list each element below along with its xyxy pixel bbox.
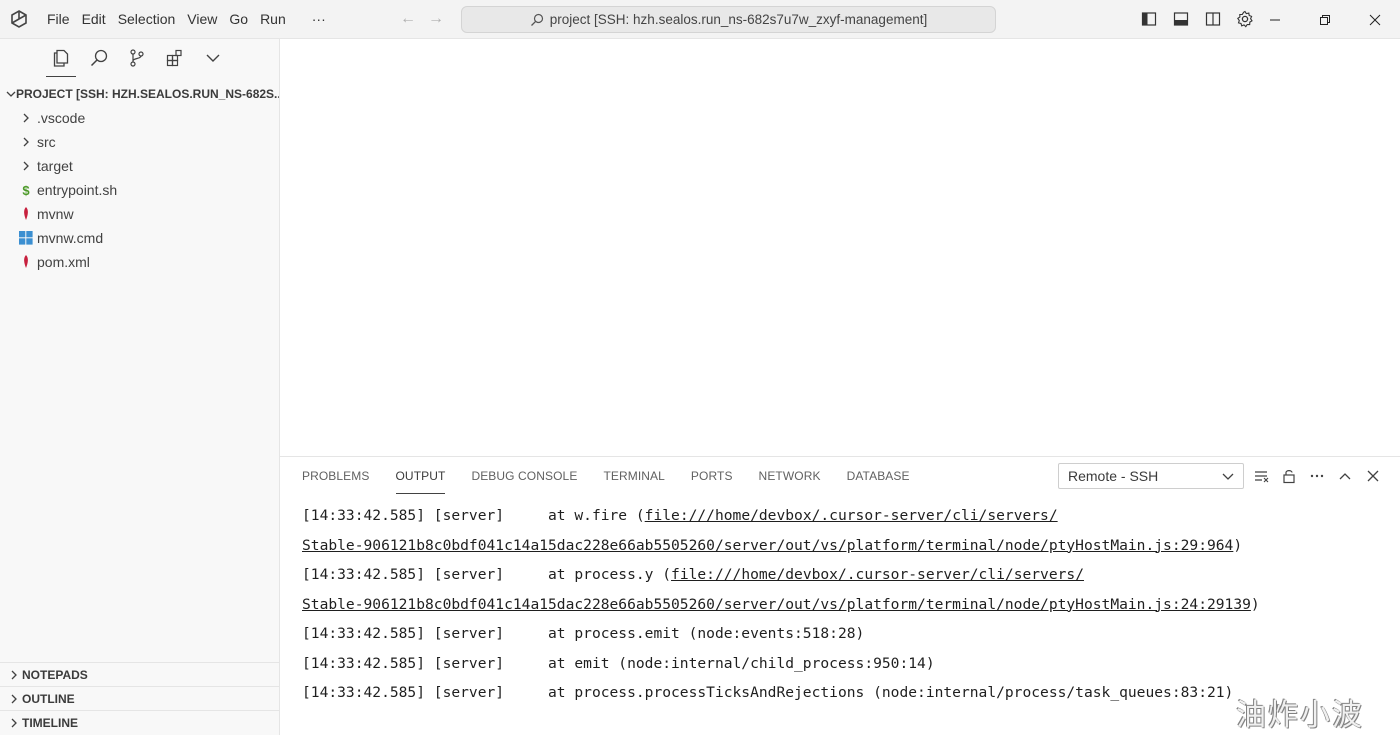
notepads-section-header[interactable]: NOTEPADS [0,662,280,686]
sidebar: PROJECT [SSH: HZH.SEALOS.RUN_NS-682S... … [0,39,280,735]
file-link[interactable]: file:///home/devbox/.cursor-server/cli/s… [645,507,1058,524]
chevron-right-icon [18,110,34,126]
command-center-label: project [SSH: hzh.sealos.run_ns-682s7u7w… [549,12,928,27]
watermark-text: 油炸小波 [1236,698,1364,733]
forward-arrow-icon[interactable]: → [428,10,444,28]
tree-item-pom[interactable]: pom.xml [0,250,279,274]
tree-item-target[interactable]: target [0,154,279,178]
close-panel-icon[interactable] [1362,465,1384,487]
toggle-panel-icon[interactable] [1170,8,1192,30]
lock-scroll-icon[interactable] [1278,465,1300,487]
chevron-right-icon [6,694,22,704]
tab-network[interactable]: NETWORK [759,457,821,495]
file-link[interactable]: Stable-906121b8c0bdf041c14a15dac228e66ab… [302,596,1251,613]
menu-edit[interactable]: Edit [76,5,112,33]
menu-file[interactable]: File [38,5,76,33]
outline-section-header[interactable]: OUTLINE [0,686,280,710]
output-log[interactable]: [14:33:42.585] [server] at w.fire (file:… [302,501,1392,708]
menu-run[interactable]: Run [254,5,292,33]
extensions-icon[interactable] [156,39,194,77]
editor-area[interactable] [280,39,1400,456]
tree-item-src[interactable]: src [0,130,279,154]
bottom-panel: PROBLEMS OUTPUT DEBUG CONSOLE TERMINAL P… [280,456,1400,735]
windows-icon [18,230,34,246]
nav-arrows: ← → [400,10,444,28]
tree-item-mvnw-cmd[interactable]: mvnw.cmd [0,226,279,250]
maven-icon [18,254,34,270]
minimize-icon[interactable] [1250,0,1300,39]
dollar-icon: $ [22,182,30,198]
chevron-down-icon [1221,469,1235,486]
maven-icon [18,206,34,222]
window-controls [1250,0,1400,39]
tree-item-label: pom.xml [37,254,90,270]
layout-controls [1138,8,1256,30]
tree-item-vscode[interactable]: .vscode [0,106,279,130]
project-section-header[interactable]: PROJECT [SSH: HZH.SEALOS.RUN_NS-682S... [0,83,279,105]
more-views-chevron-icon[interactable] [194,39,232,77]
tree-item-label: .vscode [37,110,86,126]
restore-icon[interactable] [1300,0,1350,39]
toggle-secondary-sidebar-icon[interactable] [1202,8,1224,30]
activity-bar [0,39,279,77]
command-center[interactable]: project [SSH: hzh.sealos.run_ns-682s7u7w… [461,6,996,33]
section-label: NOTEPADS [22,667,88,682]
output-channel-value: Remote - SSH [1068,468,1159,484]
chevron-right-icon [6,718,22,728]
tree-item-entrypoint[interactable]: $ entrypoint.sh [0,178,279,202]
menu-selection[interactable]: Selection [112,5,182,33]
source-control-icon[interactable] [118,39,156,77]
title-bar: File Edit Selection View Go Run ··· ← → … [0,0,1400,39]
output-line: Stable-906121b8c0bdf041c14a15dac228e66ab… [302,595,1260,613]
tab-ports[interactable]: PORTS [691,457,733,495]
menu-go[interactable]: Go [223,5,254,33]
tab-database[interactable]: DATABASE [847,457,910,495]
tree-item-mvnw[interactable]: mvnw [0,202,279,226]
search-sidebar-icon[interactable] [80,39,118,77]
back-arrow-icon[interactable]: ← [400,10,416,28]
output-line: [14:33:42.585] [server] at emit (node:in… [302,654,935,672]
explorer-icon[interactable] [42,39,80,77]
section-label: TIMELINE [22,715,78,730]
search-icon [530,13,543,26]
tab-terminal[interactable]: TERMINAL [603,457,664,495]
menu-bar: File Edit Selection View Go Run ··· [38,0,332,38]
chevron-down-icon [6,89,16,99]
more-actions-icon[interactable] [1306,465,1328,487]
tab-debug-console[interactable]: DEBUG CONSOLE [471,457,577,495]
chevron-right-icon [18,158,34,174]
maximize-panel-icon[interactable] [1334,465,1356,487]
output-line: Stable-906121b8c0bdf041c14a15dac228e66ab… [302,536,1243,554]
section-label: OUTLINE [22,691,75,706]
tree-item-label: src [37,134,56,150]
menu-more[interactable]: ··· [306,5,332,33]
tab-problems[interactable]: PROBLEMS [302,457,370,495]
panel-tabs: PROBLEMS OUTPUT DEBUG CONSOLE TERMINAL P… [302,457,936,495]
close-window-icon[interactable] [1350,0,1400,39]
output-line: [14:33:42.585] [server] at process.y (fi… [302,566,1084,583]
app-logo-icon[interactable] [0,0,38,39]
timeline-section-header[interactable]: TIMELINE [0,710,280,734]
output-line: [14:33:42.585] [server] at process.emit … [302,625,865,642]
bottom-sections: NOTEPADS OUTLINE TIMELINE [0,662,280,734]
tree-item-label: mvnw [37,206,74,222]
project-title: PROJECT [SSH: HZH.SEALOS.RUN_NS-682S... [16,87,279,101]
file-tree: .vscode src target $ entrypoint.sh mvnw … [0,106,279,274]
tree-item-label: mvnw.cmd [37,230,104,246]
chevron-right-icon [6,670,22,680]
panel-actions [1250,465,1384,487]
tree-item-label: entrypoint.sh [37,182,118,198]
file-link[interactable]: file:///home/devbox/.cursor-server/cli/s… [671,566,1084,583]
output-channel-select[interactable]: Remote - SSH [1058,463,1244,489]
toggle-primary-sidebar-icon[interactable] [1138,8,1160,30]
chevron-right-icon [18,134,34,150]
tab-output[interactable]: OUTPUT [395,457,446,495]
clear-output-icon[interactable] [1250,465,1272,487]
menu-view[interactable]: View [181,5,223,33]
output-line: [14:33:42.585] [server] at w.fire (file:… [302,507,1058,524]
output-line: [14:33:42.585] [server] at process.proce… [302,684,1234,701]
tree-item-label: target [37,158,73,174]
file-link[interactable]: Stable-906121b8c0bdf041c14a15dac228e66ab… [302,537,1233,554]
